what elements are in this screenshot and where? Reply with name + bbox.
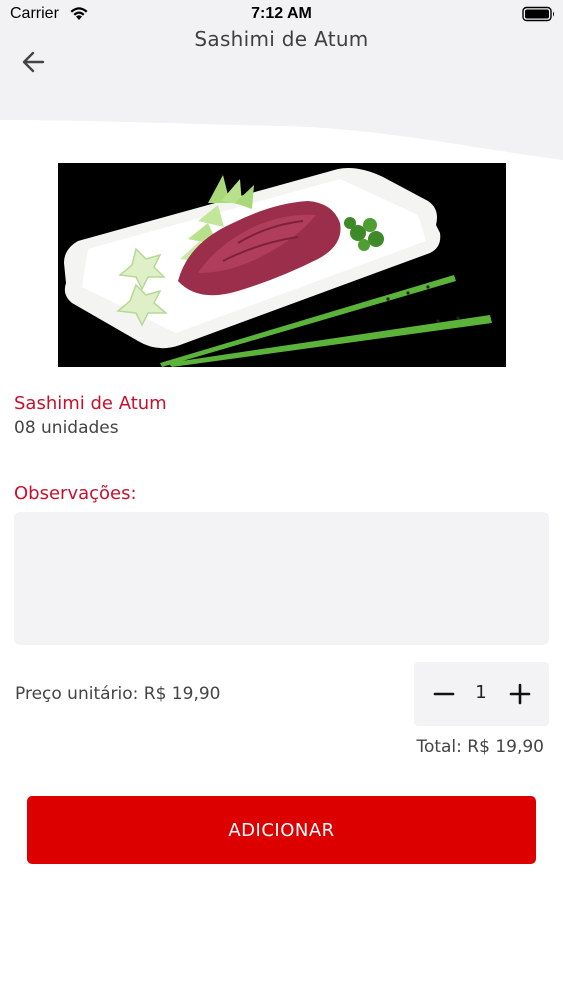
header: Sashimi de Atum bbox=[0, 27, 563, 168]
page-title: Sashimi de Atum bbox=[194, 27, 369, 51]
quantity-stepper: 1 bbox=[414, 662, 549, 726]
notes-label: Observações: bbox=[14, 483, 137, 504]
status-time: 7:12 AM bbox=[251, 5, 312, 22]
back-button[interactable] bbox=[14, 44, 54, 80]
notes-field[interactable] bbox=[14, 512, 549, 645]
add-button[interactable]: ADICIONAR bbox=[27, 796, 536, 864]
product-units: 08 unidades bbox=[14, 418, 119, 438]
increase-quantity-button[interactable] bbox=[500, 674, 540, 714]
total-price: Total: R$ 19,90 bbox=[416, 737, 544, 757]
product-name: Sashimi de Atum bbox=[14, 393, 167, 414]
battery-icon bbox=[522, 6, 556, 26]
status-bar: Carrier 7:12 AM bbox=[0, 0, 563, 28]
decrease-quantity-button[interactable] bbox=[424, 674, 464, 714]
plus-icon bbox=[509, 683, 531, 705]
arrow-left-icon bbox=[22, 51, 45, 73]
minus-icon bbox=[433, 692, 455, 696]
quantity-value: 1 bbox=[475, 682, 487, 703]
unit-price: Preço unitário: R$ 19,90 bbox=[15, 684, 221, 704]
product-image bbox=[58, 163, 506, 367]
